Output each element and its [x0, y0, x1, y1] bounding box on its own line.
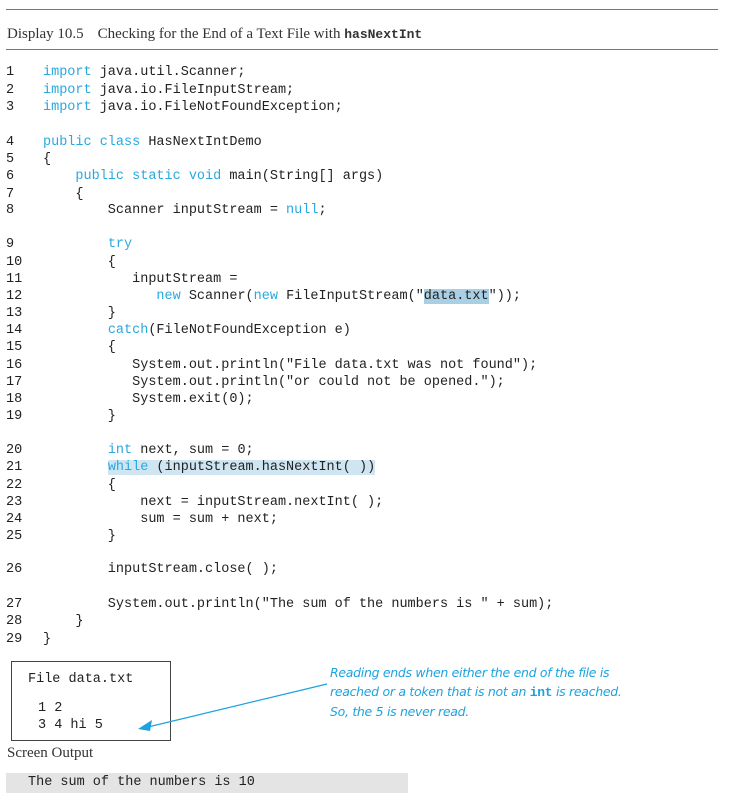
arrow-head-icon: [138, 720, 152, 731]
screen-output-label: Screen Output: [7, 745, 94, 761]
annotation-line: reached or a token that is not an int is…: [330, 682, 622, 702]
arrow-line: [147, 683, 328, 728]
annotation-text: reached or a token that is not an: [330, 684, 530, 699]
screen-output-box: The sum of the numbers is 10: [6, 773, 408, 793]
screen-output-text: The sum of the numbers is 10: [28, 775, 255, 790]
annotation-text: is reached.: [552, 684, 622, 699]
annotation-line: Reading ends when either the end of the …: [330, 665, 610, 680]
annotation-code: int: [529, 685, 553, 700]
annotation-note: Reading ends when either the end of the …: [330, 663, 622, 721]
annotation-line: So, the 5 is never read.: [330, 704, 469, 719]
